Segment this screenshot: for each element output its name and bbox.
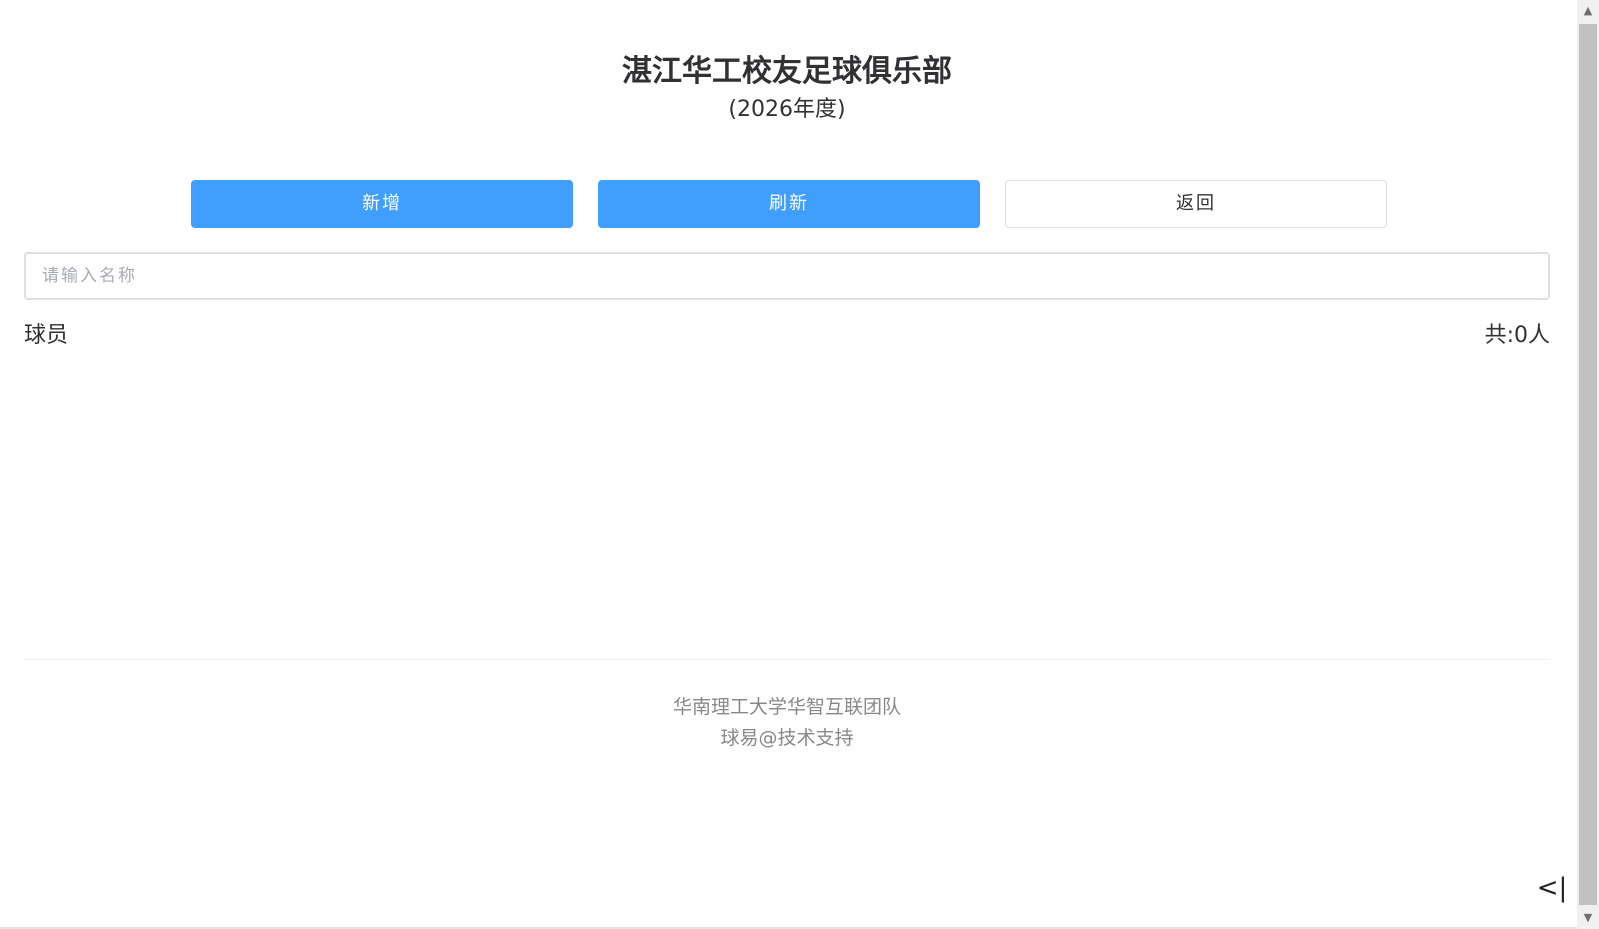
footer-tech-support: 球易@技术支持 <box>720 727 854 749</box>
vertical-scrollbar[interactable]: ▲ ▼ <box>1577 0 1599 929</box>
collapse-panel-icon[interactable]: <| <box>1527 866 1577 910</box>
footer-divider <box>24 659 1550 660</box>
player-list <box>24 352 1550 658</box>
list-header: 球员 共:0人 <box>24 318 1550 348</box>
page: 湛江华工校友足球俱乐部 (2026年度) 新增 刷新 返回 球员 共:0人 华南… <box>0 0 1599 929</box>
search-box <box>24 252 1550 300</box>
footer-team-credit: 华南理工大学华智互联团队 <box>672 696 901 718</box>
refresh-button[interactable]: 刷新 <box>598 180 980 228</box>
footer: 华南理工大学华智互联团队 球易@技术支持 <box>24 692 1550 754</box>
page-header: 湛江华工校友足球俱乐部 (2026年度) <box>24 52 1550 126</box>
add-button[interactable]: 新增 <box>191 180 573 228</box>
back-button[interactable]: 返回 <box>1005 180 1387 228</box>
search-input[interactable] <box>26 254 1548 298</box>
page-title: 湛江华工校友足球俱乐部 <box>622 54 952 89</box>
page-subtitle: (2026年度) <box>728 97 846 122</box>
action-toolbar: 新增 刷新 返回 <box>191 180 1387 228</box>
player-count: 共:0人 <box>1484 323 1550 348</box>
scroll-down-icon[interactable]: ▼ <box>1577 907 1599 929</box>
list-label: 球员 <box>24 323 69 348</box>
scroll-thumb[interactable] <box>1579 24 1597 905</box>
main-content: 湛江华工校友足球俱乐部 (2026年度) 新增 刷新 返回 球员 共:0人 华南… <box>24 0 1550 929</box>
scroll-up-icon[interactable]: ▲ <box>1577 0 1599 22</box>
